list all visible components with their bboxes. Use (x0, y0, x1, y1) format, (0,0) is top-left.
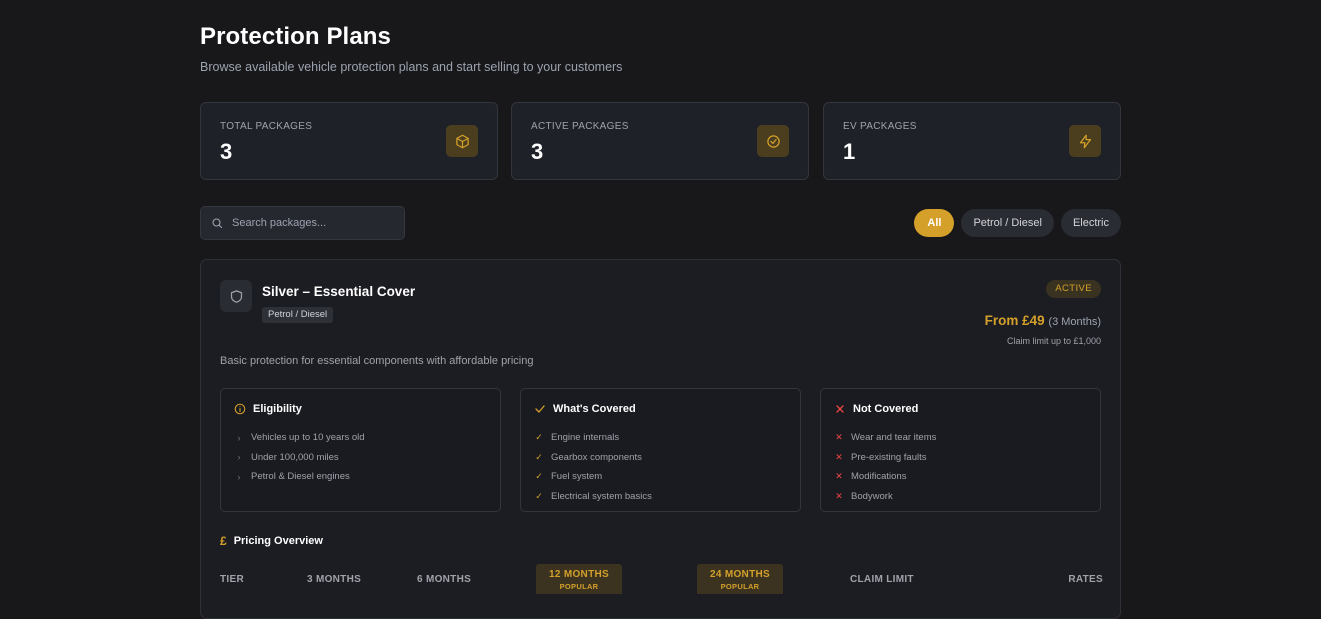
lightning-icon (1069, 125, 1101, 157)
check-icon: ✓ (535, 451, 543, 462)
check-icon: ✓ (535, 432, 543, 443)
col-24-months: 24 MONTHS POPULAR (697, 564, 783, 594)
covered-list: ✓ Engine internals ✓ Gearbox components ✓ F… (534, 428, 652, 506)
col-12-months-label: 12 MONTHS (549, 569, 609, 580)
stat-card-total: TOTAL PACKAGES 3 (200, 102, 498, 180)
price-from: From £49 (984, 313, 1045, 328)
stat-label: TOTAL PACKAGES (220, 121, 313, 132)
col-3-months: 3 MONTHS (307, 574, 362, 585)
chevron-right-icon: › (237, 471, 241, 482)
search-box[interactable] (200, 206, 405, 240)
covered-box: What's Covered ✓ Engine internals ✓ Gearbo… (520, 388, 801, 512)
chevron-right-icon: › (237, 452, 241, 463)
filter-all[interactable]: All (914, 209, 955, 237)
not-covered-box: Not Covered ✕ Wear and tear items ✕ Pre-ex… (820, 388, 1101, 512)
check-circle-icon (757, 125, 789, 157)
popular-badge: POPULAR (559, 582, 599, 591)
info-icon (234, 403, 246, 415)
filter-electric[interactable]: Electric (1060, 209, 1121, 237)
eligibility-list: › Vehicles up to 10 years old › Under 100,… (234, 428, 365, 487)
pricing-title: Pricing Overview (233, 535, 323, 547)
list-item: ✕ Pre-existing faults (835, 451, 927, 463)
shield-icon (220, 280, 252, 312)
stat-value: 3 (220, 139, 233, 164)
list-item: ✕ Modifications (835, 471, 907, 483)
fuel-filter-group: All Petrol / Diesel Electric (914, 209, 1121, 237)
box-icon (446, 125, 478, 157)
stat-label: EV PACKAGES (843, 121, 917, 132)
list-item: ✕ Bodywork (835, 490, 893, 502)
col-tier: TIER (220, 574, 244, 585)
stat-card-active: ACTIVE PACKAGES 3 (511, 102, 809, 180)
check-icon (535, 405, 545, 413)
list-item: › Under 100,000 miles (234, 448, 365, 468)
check-icon: ✓ (535, 490, 543, 501)
popular-badge: POPULAR (720, 582, 760, 591)
search-icon (212, 218, 223, 229)
eligibility-box: Eligibility › Vehicles up to 10 years old… (220, 388, 501, 512)
pricing-table-header: TIER 3 MONTHS 6 MONTHS 12 MONTHS POPULAR… (201, 564, 1122, 604)
col-12-months: 12 MONTHS POPULAR (536, 564, 622, 594)
pound-icon: £ (220, 534, 227, 548)
stat-value: 1 (843, 139, 856, 164)
col-24-months-label: 24 MONTHS (710, 569, 770, 580)
close-icon (836, 405, 844, 413)
chevron-right-icon: › (237, 432, 241, 443)
list-item: ✓ Electrical system basics (535, 490, 652, 502)
list-item: › Vehicles up to 10 years old (234, 428, 365, 448)
page-subtitle: Browse available vehicle protection plan… (200, 60, 623, 74)
search-input[interactable] (232, 217, 392, 229)
close-icon: ✕ (835, 471, 843, 482)
covered-title: What's Covered (553, 403, 636, 415)
eligibility-title: Eligibility (253, 403, 302, 415)
close-icon: ✕ (835, 451, 843, 462)
list-item: ✓ Fuel system (535, 471, 603, 483)
stat-card-ev: EV PACKAGES 1 (823, 102, 1121, 180)
fuel-type-tag: Petrol / Diesel (262, 307, 334, 323)
list-item: ✕ Wear and tear items (835, 432, 937, 444)
stats-row: TOTAL PACKAGES 3 ACTIVE PACKAGES 3 EV PA… (200, 102, 1121, 180)
stat-value: 3 (531, 139, 544, 164)
package-description: Basic protection for essential component… (220, 355, 534, 367)
package-card: Silver – Essential Cover Petrol / Diesel… (200, 259, 1121, 619)
close-icon: ✕ (835, 432, 843, 443)
col-6-months: 6 MONTHS (417, 574, 472, 585)
col-claim-limit: CLAIM LIMIT (850, 574, 914, 585)
list-item: › Petrol & Diesel engines (234, 467, 365, 487)
list-item: ✓ Engine internals (535, 432, 620, 444)
package-price: From £49 (3 Months) (985, 313, 1101, 328)
status-badge: ACTIVE (1046, 280, 1101, 298)
list-item: ✓ Gearbox components (535, 451, 642, 463)
close-icon: ✕ (835, 490, 843, 501)
col-rates: RATES (1068, 574, 1103, 585)
check-icon: ✓ (535, 471, 543, 482)
package-name: Silver – Essential Cover (262, 284, 416, 299)
not-covered-title: Not Covered (853, 403, 919, 415)
pricing-overview-header: £ Pricing Overview (220, 534, 323, 548)
price-term: (3 Months) (1048, 316, 1101, 328)
page-title: Protection Plans (200, 23, 391, 50)
filter-petrol-diesel[interactable]: Petrol / Diesel (961, 209, 1054, 237)
not-covered-list: ✕ Wear and tear items ✕ Pre-existing fault… (834, 428, 936, 506)
claim-limit: Claim limit up to £1,000 (1006, 336, 1101, 346)
stat-label: ACTIVE PACKAGES (531, 121, 629, 132)
